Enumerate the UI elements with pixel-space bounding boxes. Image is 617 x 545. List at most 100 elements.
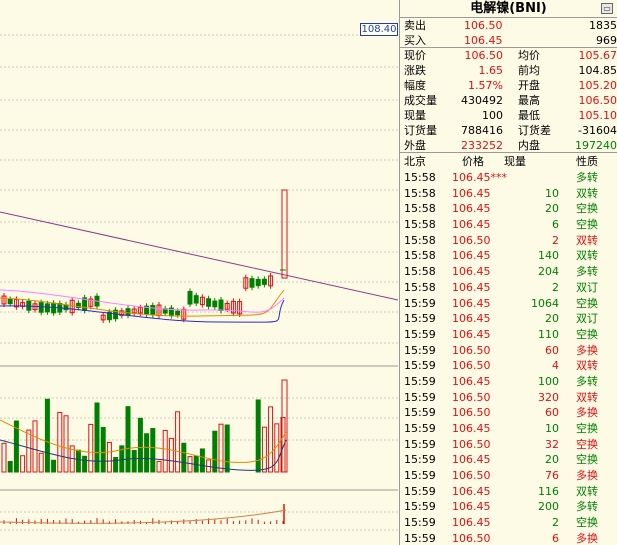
- tick-price: 106.50: [452, 343, 491, 357]
- tick-nature: 空换: [576, 516, 598, 530]
- tick-volume: 100: [538, 374, 559, 388]
- tick-row: 15:59 106.45 20 双订: [400, 311, 617, 327]
- stat-row: 涨跌 1.65 前均 104.85: [400, 63, 617, 78]
- stat-label: 最低: [518, 109, 540, 122]
- stat-value: 106.50: [464, 49, 504, 62]
- tick-time: 15:58: [404, 202, 436, 216]
- volume-bar: [212, 430, 218, 473]
- tick-price: 106.50: [452, 390, 491, 404]
- ticks-list[interactable]: 15:58 106.45*** 多转 15:58 106.45 10 双转 15:58 106.…: [400, 170, 617, 545]
- tick-time: 15:59: [404, 437, 436, 451]
- volume-bar: [113, 457, 119, 473]
- stat-row: 成交量 430492 最高 106.50: [400, 93, 617, 108]
- tick-price: 106.45: [452, 374, 491, 388]
- candle-body: [187, 290, 193, 305]
- tick-price: 106.45: [452, 265, 491, 279]
- stat-label: 订货差: [518, 124, 551, 137]
- tick-price: 106.50: [452, 233, 491, 247]
- tick-nature: 空换: [576, 453, 598, 467]
- kline-chart-panel[interactable]: 108.40: [0, 0, 399, 545]
- tick-price: 106.45: [452, 280, 491, 294]
- stat-label: 订货量: [404, 124, 437, 137]
- volume-bar: [57, 412, 63, 473]
- volume-bar: [44, 398, 50, 473]
- volume-bar: [125, 406, 131, 473]
- tick-nature: 双转: [576, 484, 598, 498]
- tick-time: 15:59: [404, 469, 436, 483]
- panel-toggle-icon[interactable]: ▭: [601, 3, 613, 14]
- tick-nature: 多转: [576, 374, 598, 388]
- tick-volume: 76: [545, 469, 559, 483]
- tick-nature: 双订: [576, 280, 598, 294]
- candle-body: [281, 189, 288, 279]
- stat-value: 1.65: [478, 64, 504, 77]
- tick-row: 15:58 106.45 6 空换: [400, 217, 617, 233]
- tick-time: 15:59: [404, 516, 436, 530]
- tick-time: 15:58: [404, 280, 436, 294]
- stat-value: 105.10: [578, 109, 617, 122]
- tick-price: 106.50: [452, 406, 491, 420]
- stat-label: 内盘: [518, 139, 540, 152]
- volume-bar: [162, 429, 168, 473]
- volume-bar: [51, 459, 57, 473]
- tick-row: 15:59 106.45 10 空换: [400, 421, 617, 437]
- tick-time: 15:59: [404, 406, 436, 420]
- volume-bar: [7, 461, 13, 473]
- tick-nature: 空换: [576, 218, 598, 232]
- volume-bar: [218, 423, 224, 473]
- tick-time: 15:59: [404, 453, 436, 467]
- stat-label: 涨跌: [404, 64, 426, 77]
- candle-body: [193, 295, 199, 304]
- tick-volume: 20: [545, 453, 559, 467]
- candle-body: [44, 303, 50, 313]
- tick-price: 106.45: [452, 422, 491, 435]
- volume-bar: [75, 449, 81, 473]
- indicator-line: [0, 509, 287, 524]
- volume-bar: [175, 411, 181, 473]
- tick-row: 15:59 106.50 76 多换: [400, 468, 617, 484]
- tick-time: 15:59: [404, 422, 436, 435]
- tick-nature: 多换: [576, 531, 598, 545]
- tick-volume: 2: [552, 516, 559, 530]
- tick-row: 15:59 106.50 60 多换: [400, 343, 617, 359]
- stat-value: 105.67: [578, 49, 617, 62]
- tick-time: 15:58: [404, 218, 436, 232]
- volume-bar: [32, 420, 38, 473]
- tick-nature: 空换: [576, 327, 598, 341]
- tick-volume: 20: [545, 312, 559, 326]
- tick-row: 15:59 106.50 32 空换: [400, 437, 617, 453]
- kline-chart-svg[interactable]: [0, 0, 399, 545]
- tick-price: 106.45: [452, 186, 491, 200]
- stat-value: 233252: [461, 139, 503, 152]
- tick-price: 106.45***: [452, 171, 507, 184]
- tick-volume: 140: [538, 249, 559, 263]
- tick-row: 15:58 106.45 204 多转: [400, 264, 617, 280]
- ticks-header: 北京 价格 现量 性质: [400, 153, 617, 170]
- volume-bar: [1, 442, 7, 473]
- tick-volume: 6: [552, 531, 559, 545]
- stat-label: 均价: [518, 49, 540, 62]
- ask-label: 卖出: [404, 19, 426, 32]
- stat-value: 1.57%: [468, 79, 503, 92]
- tick-nature: 多换: [576, 343, 598, 357]
- instrument-title: 电解镍(BNI) ▭: [400, 0, 617, 18]
- volume-bar: [88, 423, 94, 473]
- tick-volume: 60: [545, 406, 559, 420]
- tick-time: 15:59: [404, 296, 436, 310]
- volume-bar: [255, 399, 261, 473]
- tick-nature: 双转: [576, 390, 598, 404]
- tick-price: 106.45: [452, 516, 491, 530]
- tick-row: 15:59 106.45 20 空换: [400, 452, 617, 468]
- candle-body: [175, 310, 181, 316]
- tick-volume: 10: [545, 186, 559, 200]
- tick-time: 15:58: [404, 233, 436, 247]
- stat-label: 最高: [518, 94, 540, 107]
- tick-time: 15:59: [404, 312, 436, 326]
- tick-row: 15:59 106.50 4 双转: [400, 358, 617, 374]
- volume-bar: [199, 448, 205, 473]
- ticks-header-nature: 性质: [576, 155, 598, 168]
- tick-row: 15:58 106.45*** 多转: [400, 170, 617, 186]
- tick-time: 15:59: [404, 327, 436, 341]
- tick-nature: 多转: [576, 500, 598, 514]
- tick-time: 15:58: [404, 171, 436, 184]
